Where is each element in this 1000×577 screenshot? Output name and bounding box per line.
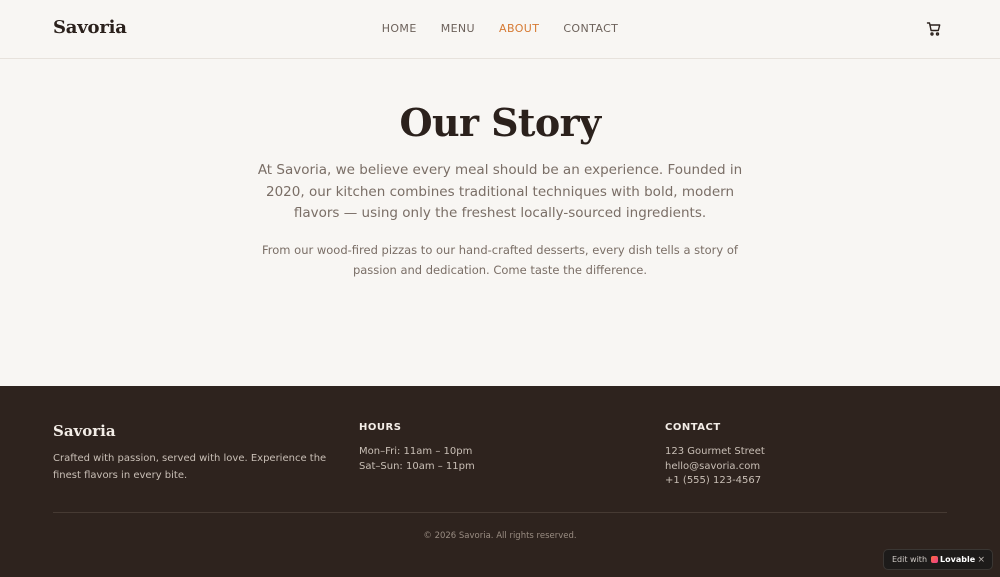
hours-weekdays: Mon–Fri: 11am – 10pm: [359, 446, 473, 457]
story-lead-paragraph: At Savoria, we believe every meal should…: [257, 162, 743, 221]
nav-menu[interactable]: MENU: [441, 22, 475, 35]
story-secondary-paragraph: From our wood-fired pizzas to our hand-c…: [262, 243, 738, 277]
copyright-text: © 2026 Savoria. All rights reserved.: [423, 531, 577, 541]
contact-address: 123 Gourmet Street: [665, 446, 765, 457]
footer-divider: [53, 512, 947, 513]
contact-email[interactable]: hello@savoria.com: [665, 460, 765, 475]
footer-brand: Savoria: [53, 422, 116, 440]
contact-phone[interactable]: +1 (555) 123-4567: [665, 474, 765, 489]
lovable-logo-icon: [931, 556, 939, 563]
close-icon[interactable]: ×: [977, 555, 985, 565]
main-nav: HOME MENU ABOUT CONTACT: [0, 22, 1000, 35]
nav-contact[interactable]: CONTACT: [563, 22, 618, 35]
footer-contact-list: 123 Gourmet Street hello@savoria.com +1 …: [665, 445, 765, 489]
badge-prefix: Edit with: [892, 555, 928, 564]
page-title: Our Story: [399, 100, 601, 145]
footer-tagline: Crafted with passion, served with love. …: [53, 453, 327, 481]
footer-contact-heading: CONTACT: [665, 422, 721, 433]
site-footer: Savoria Crafted with passion, served wit…: [0, 386, 1000, 577]
nav-home[interactable]: HOME: [382, 22, 417, 35]
edit-with-lovable-badge[interactable]: Edit with Lovable ×: [883, 549, 993, 570]
site-logo[interactable]: Savoria: [53, 17, 127, 38]
footer-hours-list: Mon–Fri: 11am – 10pm Sat–Sun: 10am – 11p…: [359, 445, 475, 474]
footer-hours-heading: HOURS: [359, 422, 402, 433]
nav-about[interactable]: ABOUT: [499, 22, 539, 35]
cart-icon[interactable]: [926, 21, 942, 37]
site-header: Savoria HOME MENU ABOUT CONTACT: [0, 0, 1000, 59]
badge-brand: Lovable: [940, 555, 976, 564]
hours-weekend: Sat–Sun: 10am – 11pm: [359, 460, 475, 472]
